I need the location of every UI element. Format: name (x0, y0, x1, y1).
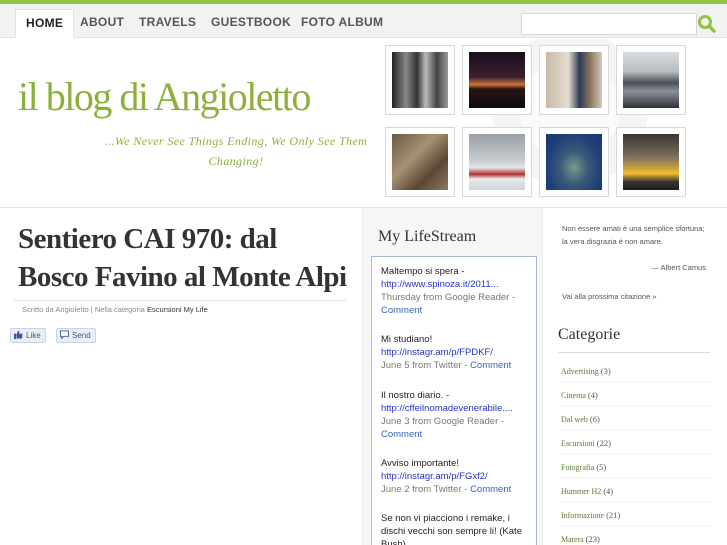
category-name[interactable]: Cinema (561, 391, 586, 400)
photo-thumb-skyline[interactable] (462, 45, 532, 115)
lifestream-item-comment-link[interactable]: Comment (381, 305, 422, 316)
speech-bubble-icon (60, 330, 69, 339)
nav-guestbook[interactable]: GUESTBOOK (201, 9, 301, 38)
category-name[interactable]: Escursioni (561, 439, 595, 448)
post-meta-categories[interactable]: Escursioni My Life (147, 305, 208, 314)
category-count: (21) (606, 510, 621, 520)
lifestream-item-comment-link[interactable]: Comment (381, 429, 422, 440)
nav-foto-album[interactable]: FOTO ALBUM (291, 9, 393, 38)
post-meta-author: Scritto da Angioletto | Nella categoria (22, 305, 145, 314)
search-icon (698, 15, 716, 33)
category-count: (5) (596, 462, 607, 472)
category-count: (6) (589, 414, 600, 424)
photo-thumb-saxophone-player[interactable] (539, 45, 609, 115)
photo-thumb-bridge[interactable] (616, 45, 686, 115)
category-count: (4) (587, 390, 598, 400)
category-item[interactable]: Advertising (3) (561, 366, 711, 382)
lifestream-item-link[interactable]: http://instagr.am/p/FPDKF/ (381, 346, 531, 359)
category-item[interactable]: Cinema (4) (561, 390, 711, 406)
post-title[interactable]: Sentiero CAI 970: dal Bosco Favino al Mo… (18, 220, 348, 296)
category-count: (3) (600, 366, 611, 376)
category-name[interactable]: Fotografia (561, 463, 594, 472)
category-item[interactable]: Fotografia (5) (561, 462, 711, 478)
like-label: Like (26, 331, 41, 340)
lifestream-item-text: Se non vi piacciono i remake, i dischi v… (381, 513, 522, 545)
site-header: il blog di Angioletto ...We Never See Th… (0, 39, 727, 207)
category-item[interactable]: Dal web (6) (561, 414, 711, 430)
category-count: (4) (603, 486, 614, 496)
photo-thumb-ice-skaters[interactable] (462, 127, 532, 197)
lifestream-item-comment-link[interactable]: Comment (470, 484, 511, 495)
lifestream-item-link[interactable]: http://instagr.am/p/FGxf2/ (381, 470, 531, 483)
lifestream-item-link[interactable]: http://www.spinoza.it/2011... (381, 278, 531, 291)
photo-thumb-city-street[interactable] (385, 45, 455, 115)
lifestream-item-text: Avviso importante! (381, 458, 459, 469)
lifestream-item-date: June 3 from Google Reader - (381, 416, 505, 427)
categories-title: Categorie (558, 326, 710, 353)
lifestream-item-link[interactable]: http://cffeilnomadevenerabile.... (381, 402, 531, 415)
nav-about[interactable]: ABOUT (70, 9, 134, 38)
thumbs-up-icon (14, 330, 23, 339)
category-name[interactable]: Hummer H2 (561, 487, 601, 496)
send-label: Send (72, 331, 91, 340)
lifestream-item-date: June 5 from Twitter - (381, 360, 468, 371)
nav-home[interactable]: HOME (15, 9, 75, 38)
lifestream-item: Mi studiano! http://instagr.am/p/FPDKF/ … (381, 333, 531, 372)
quote-text: Non essere amati è una semplice sfortuna… (562, 224, 705, 246)
facebook-send-button[interactable]: Send (56, 328, 96, 343)
lifestream-item: Avviso importante! http://instagr.am/p/F… (381, 457, 531, 496)
category-item[interactable]: Hummer H2 (4) (561, 486, 711, 502)
category-count: (23) (585, 534, 600, 544)
category-name[interactable]: Matera (561, 535, 584, 544)
category-item[interactable]: Matera (23) (561, 534, 711, 545)
photo-thumb-taxi-street[interactable] (616, 127, 686, 197)
lifestream-item: Se non vi piacciono i remake, i dischi v… (381, 512, 531, 545)
lifestream-item-date: Thursday from Google Reader - (381, 292, 516, 303)
category-name[interactable]: Dal web (561, 415, 588, 424)
lifestream-item-text: Mi studiano! (381, 334, 433, 345)
lifestream-feed[interactable]: Maltempo si spera - http://www.spinoza.i… (371, 256, 537, 545)
blog-title[interactable]: il blog di Angioletto (18, 73, 311, 120)
lifestream-item: Maltempo si spera - http://www.spinoza.i… (381, 265, 531, 317)
blog-tagline: ...We Never See Things Ending, We Only S… (104, 134, 368, 168)
lifestream-item-text: Maltempo si spera - (381, 266, 465, 277)
lifestream-title: My LifeStream (378, 228, 477, 245)
lifestream-item-text: Il nostro diario. - (381, 390, 450, 401)
photo-thumb-squirrel[interactable] (385, 127, 455, 197)
nav-travels[interactable]: TRAVELS (129, 9, 206, 38)
category-count: (22) (596, 438, 611, 448)
category-item[interactable]: Escursioni (22) (561, 438, 711, 454)
category-name[interactable]: Advertising (561, 367, 599, 376)
lifestream-item-comment-link[interactable]: Comment (470, 360, 511, 371)
post-meta: Scritto da Angioletto | Nella categoria … (14, 300, 346, 318)
facebook-like-button[interactable]: Like (10, 328, 46, 343)
search-input[interactable] (521, 13, 697, 35)
category-name[interactable]: Informazione (561, 511, 604, 520)
main-navigation: HOME ABOUT TRAVELS GUESTBOOK FOTO ALBUM (0, 4, 727, 38)
search-button[interactable] (697, 14, 717, 34)
photo-thumb-statue-of-liberty[interactable] (539, 127, 609, 197)
next-quote-link[interactable]: Vai alla prossima citazione » (562, 292, 657, 301)
category-item[interactable]: Informazione (21) (561, 510, 711, 526)
quote-author: — Albert Camus (651, 263, 706, 272)
lifestream-item: Il nostro diario. - http://cffeilnomadev… (381, 389, 531, 441)
lifestream-item-date: June 2 from Twitter - (381, 484, 468, 495)
